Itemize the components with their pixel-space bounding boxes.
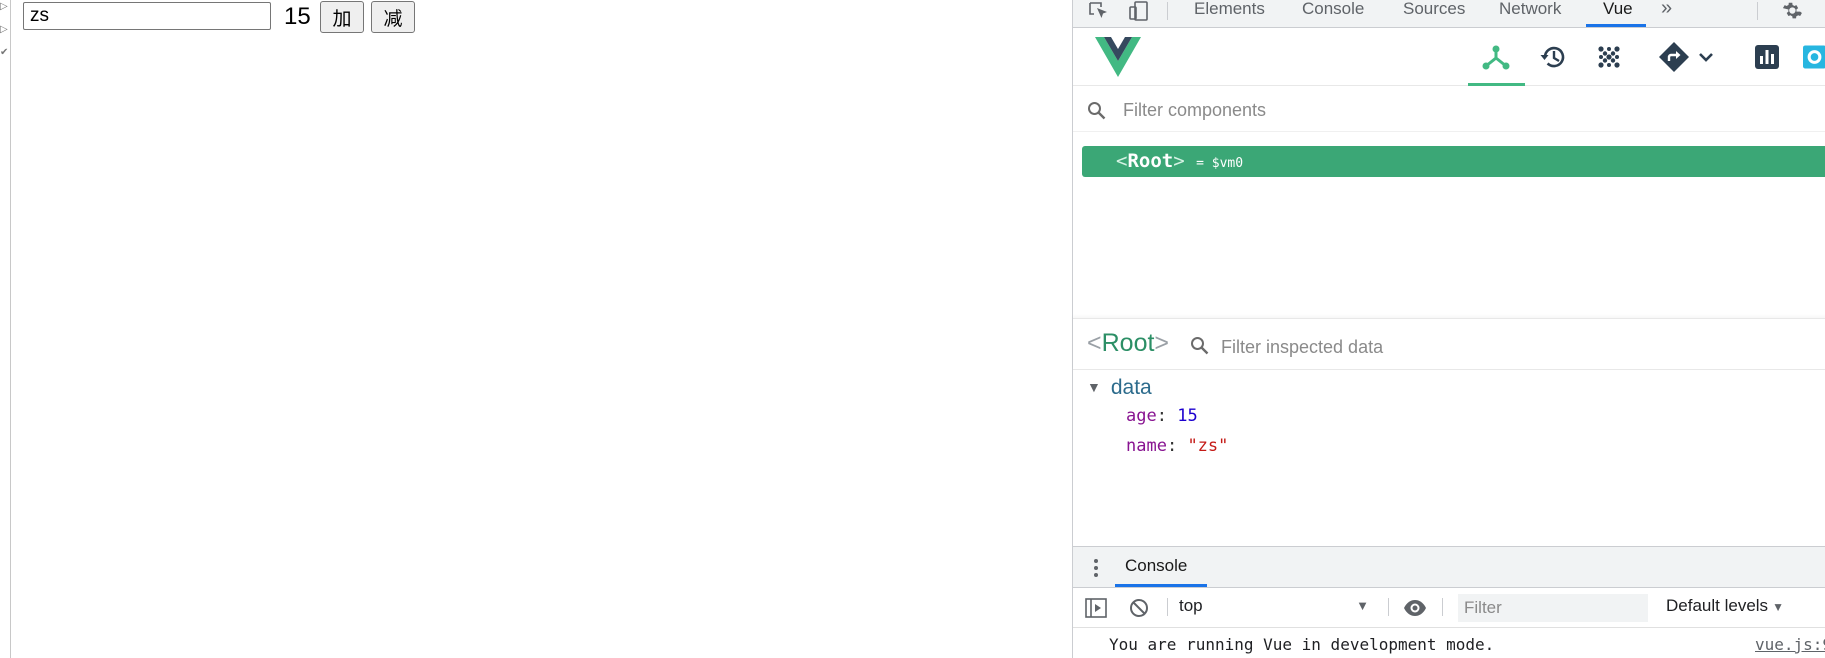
console-filter-input[interactable] <box>1458 594 1648 622</box>
prop-key: age <box>1126 406 1157 426</box>
tree-node-label: <Root> = $vm0 <box>1116 150 1244 172</box>
toolbar-separator <box>1167 598 1168 616</box>
vuex-icon[interactable] <box>1587 36 1631 78</box>
age-value: 15 <box>284 3 311 30</box>
filter-inspected-data-input[interactable] <box>1219 333 1783 361</box>
dropdown-arrow-icon: ▼ <box>1772 600 1784 614</box>
tab-elements[interactable]: Elements <box>1194 0 1265 27</box>
toolbar-separator <box>1167 2 1168 20</box>
toolbar-separator <box>1388 598 1389 616</box>
root-component-name: Root <box>1127 150 1174 172</box>
drawer-menu-icon[interactable] <box>1094 558 1098 578</box>
filter-components-input[interactable] <box>1121 96 1725 124</box>
tab-console[interactable]: Console <box>1302 0 1364 27</box>
page-gutter: ▷ ▷ ✔ <box>0 0 11 658</box>
log-levels-label: Default levels <box>1666 596 1769 615</box>
chevron-down-icon[interactable] <box>1695 36 1717 78</box>
subtract-button[interactable]: 减 <box>371 1 415 33</box>
sidebar-toggle-icon[interactable] <box>1085 598 1107 618</box>
tree-node-root[interactable]: <Root> = $vm0 <box>1082 146 1825 177</box>
devtools-panel: Elements Console Sources Network Vue » F… <box>1072 0 1825 658</box>
components-icon[interactable] <box>1474 36 1518 78</box>
settings-icon[interactable] <box>1803 36 1825 78</box>
console-toolbar: top▼ Default levels▼ <box>1073 588 1825 628</box>
data-prop-name[interactable]: name: "zs" <box>1126 436 1228 456</box>
inspector-data-section: ▼ data age: 15 name: "zs" <box>1073 370 1825 546</box>
search-icon <box>1088 102 1106 120</box>
dropdown-arrow-icon: ▼ <box>1356 598 1369 613</box>
drawer-tab-bar: Console <box>1073 547 1825 588</box>
timeline-icon[interactable] <box>1531 36 1575 78</box>
performance-icon[interactable] <box>1745 36 1789 78</box>
vm-reference: = $vm0 <box>1196 156 1244 171</box>
more-tabs-icon[interactable]: » <box>1661 0 1672 27</box>
inspector-header: <Root> <box>1073 318 1825 370</box>
prop-value: "zs" <box>1187 436 1229 456</box>
live-expression-eye-icon[interactable] <box>1403 599 1427 617</box>
inspector-title: <Root> <box>1087 329 1170 357</box>
console-drawer: Console top▼ Default levels▼ You are run… <box>1073 546 1825 658</box>
context-value: top <box>1179 596 1203 615</box>
clear-console-icon[interactable] <box>1129 598 1149 618</box>
page-viewport: ▷ ▷ ✔ 15 加 减 <box>0 0 1072 658</box>
expand-triangle-icon: ▼ <box>1087 379 1101 395</box>
inspect-element-icon[interactable] <box>1087 0 1111 22</box>
inspector-component-name: Root <box>1101 329 1155 357</box>
router-icon[interactable] <box>1656 36 1692 78</box>
active-drawer-tab-indicator <box>1115 584 1207 587</box>
tab-vue[interactable]: Vue <box>1603 0 1633 27</box>
device-toolbar-icon[interactable] <box>1127 0 1151 22</box>
collapse-arrow-icon: ▷ <box>0 1 8 12</box>
tab-network[interactable]: Network <box>1499 0 1561 27</box>
data-section-label: data <box>1110 376 1152 399</box>
log-levels-dropdown[interactable]: Default levels ▼ <box>1666 596 1784 616</box>
name-input[interactable] <box>23 2 271 30</box>
check-icon: ✔ <box>0 47 9 58</box>
add-button[interactable]: 加 <box>320 1 364 33</box>
data-prop-age[interactable]: age: 15 <box>1126 406 1198 426</box>
vue-devtools-toolbar <box>1073 28 1825 86</box>
console-message: You are running Vue in development mode. <box>1109 635 1495 654</box>
drawer-tab-console[interactable]: Console <box>1125 556 1187 576</box>
prop-key: name <box>1126 436 1167 456</box>
collapse-arrow-icon: ▷ <box>0 24 8 35</box>
active-tab-indicator <box>1586 24 1646 27</box>
context-selector[interactable]: top ▼ <box>1179 596 1369 620</box>
devtools-tab-bar: Elements Console Sources Network Vue » <box>1073 0 1825 28</box>
data-section-toggle[interactable]: ▼ data <box>1087 376 1152 400</box>
console-message-source-link[interactable]: vue.js:9 <box>1755 635 1825 654</box>
filter-components-bar <box>1073 86 1825 132</box>
search-icon <box>1191 337 1209 355</box>
tab-sources[interactable]: Sources <box>1403 0 1465 27</box>
vue-logo <box>1095 36 1141 78</box>
toolbar-separator <box>1442 598 1443 616</box>
toolbar-separator <box>1757 2 1758 20</box>
settings-gear-icon[interactable] <box>1779 0 1803 22</box>
prop-value: 15 <box>1177 406 1198 426</box>
